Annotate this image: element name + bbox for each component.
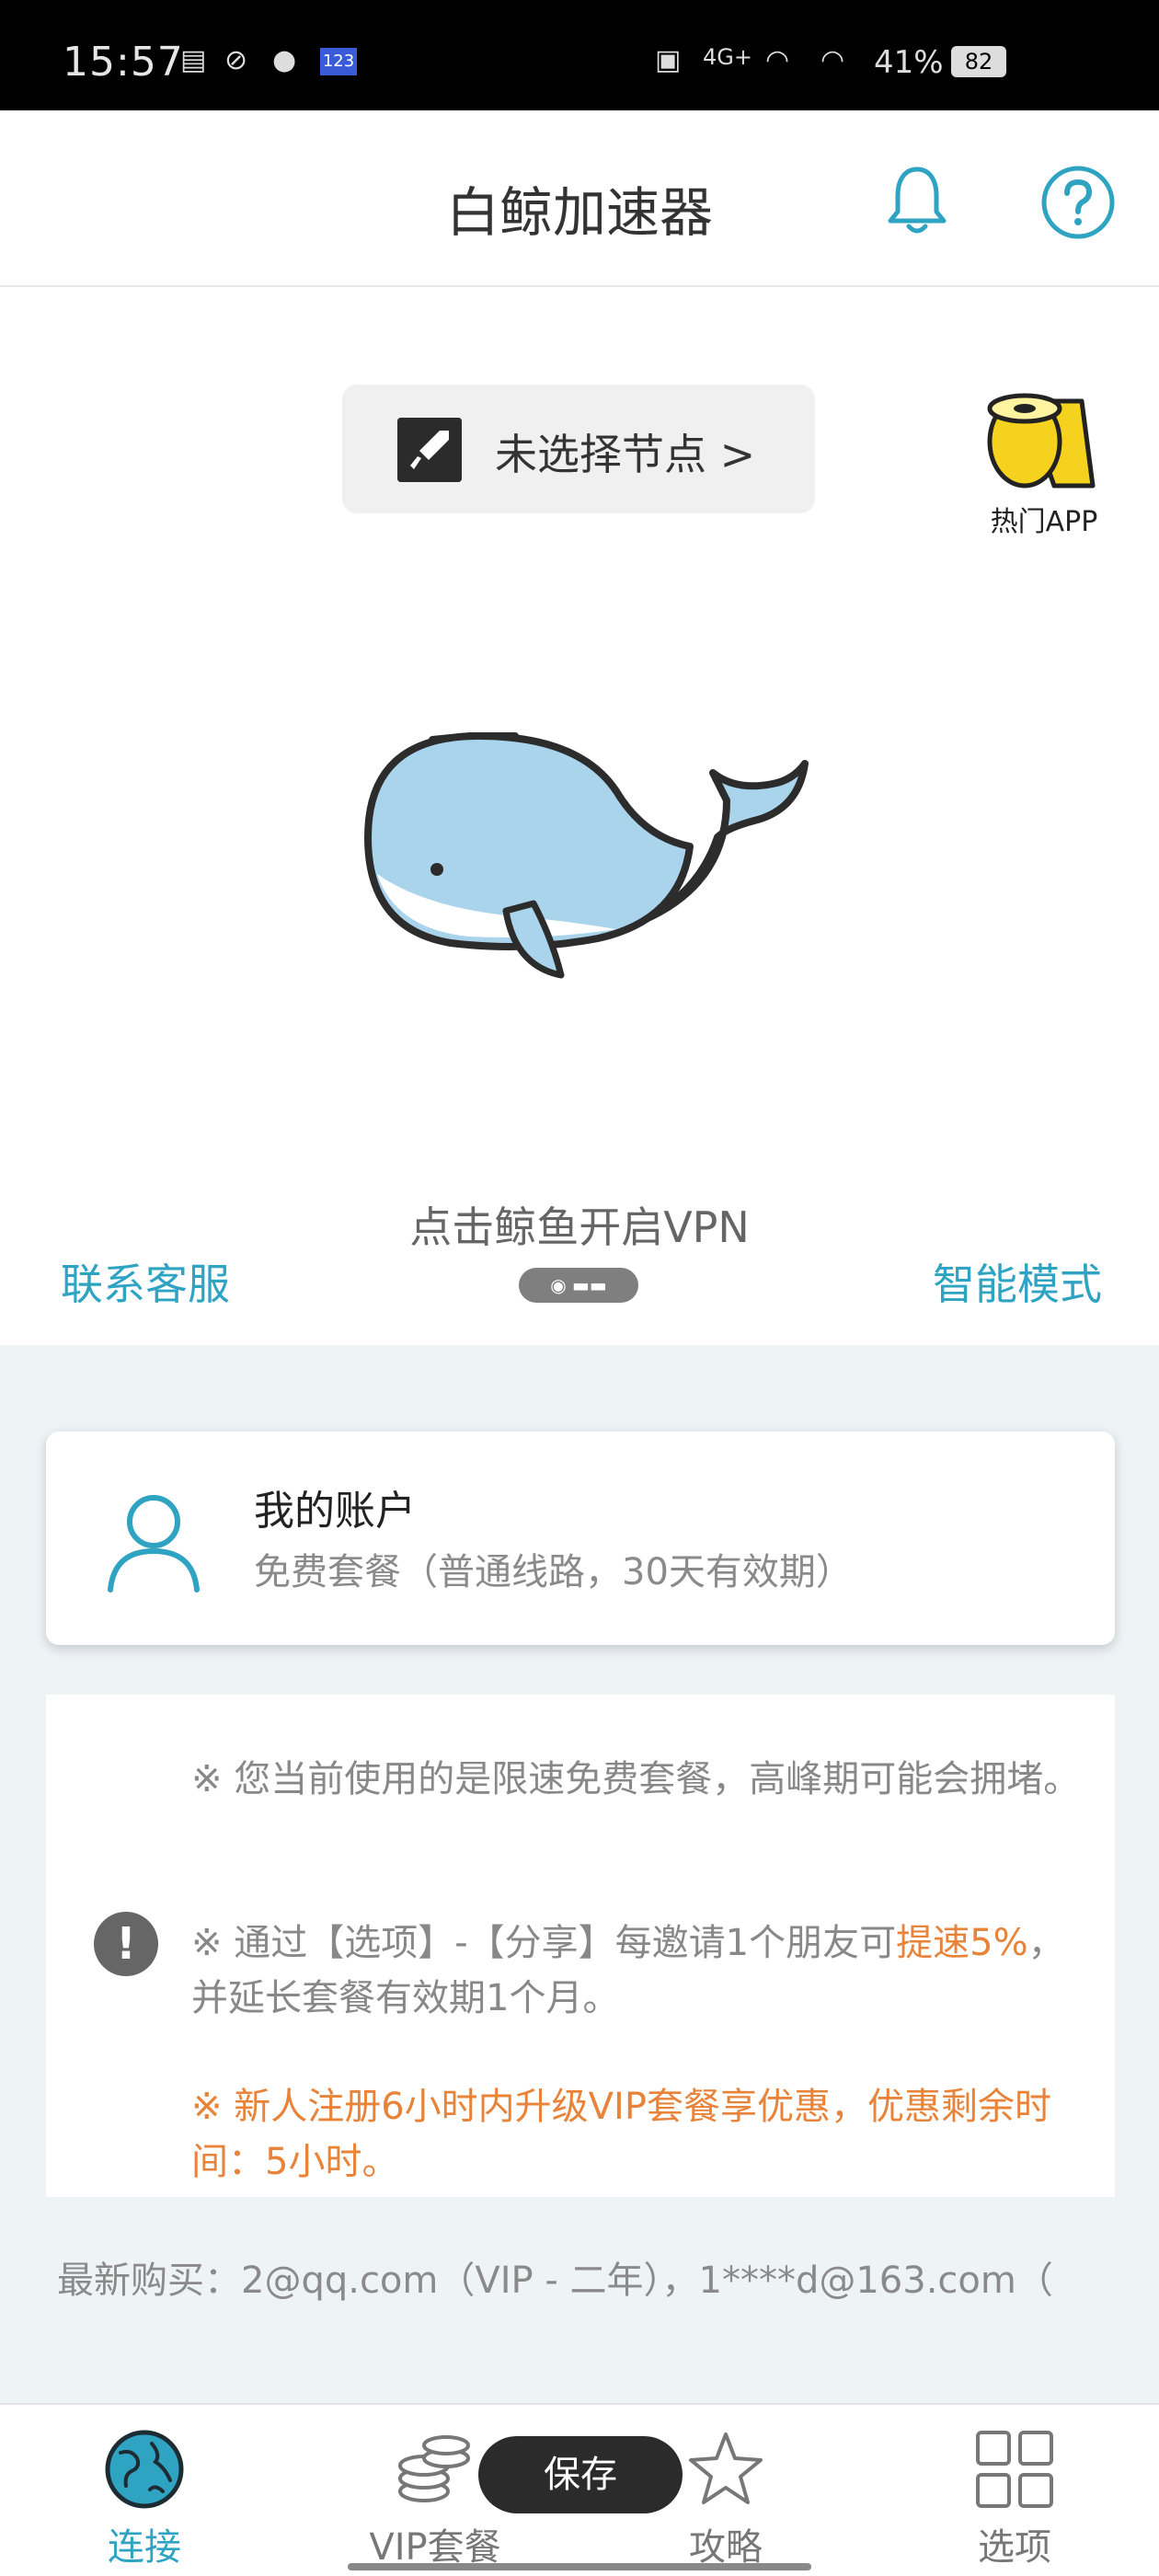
app-title: 白鲸加速器 bbox=[445, 181, 713, 244]
calendar-icon: 123 bbox=[320, 48, 357, 75]
app-icon: ⊘ bbox=[224, 44, 248, 76]
nav-options[interactable]: 选项 bbox=[925, 2405, 1104, 2576]
help-icon[interactable] bbox=[1039, 164, 1117, 241]
notice-speedup-highlight: 提速5% bbox=[896, 1922, 1028, 1964]
nav-options-label: 选项 bbox=[978, 2526, 1051, 2569]
forum-watermark-logo: ◉ ▬▬ bbox=[519, 1268, 638, 1303]
notice-panel: ! ※ 您当前使用的是限速免费套餐，高峰期可能会拥堵。 ※ 通过【选项】-【分享… bbox=[46, 1695, 1115, 2197]
document-icon: ▤ bbox=[180, 44, 207, 76]
wifi-signal-icon: ◠ bbox=[820, 44, 845, 76]
coins-icon bbox=[398, 2435, 470, 2502]
status-bar: 15:57 ▤ ⊘ ● 123 ▣ 4G+ ◠ ◠ 41% 82 bbox=[0, 0, 1159, 110]
whale-connect-button[interactable] bbox=[340, 699, 819, 994]
nav-connect[interactable]: 连接 bbox=[55, 2405, 234, 2576]
account-card[interactable]: 我的账户 免费套餐（普通线路，30天有效期） bbox=[46, 1432, 1115, 1645]
bell-icon[interactable] bbox=[885, 164, 949, 237]
node-selector-label: 未选择节点 > bbox=[495, 430, 756, 479]
home-indicator[interactable] bbox=[348, 2563, 811, 2570]
node-selector-button[interactable]: 未选择节点 > bbox=[342, 385, 815, 513]
grid-icon bbox=[976, 2431, 1053, 2508]
notice-line-3: ※ 新人注册6小时内升级VIP套餐享优惠，优惠剩余时间：5小时。 bbox=[191, 2086, 1051, 2183]
battery-percent: 41% bbox=[874, 44, 944, 81]
notice-line-2-text: ※ 通过【选项】-【分享】每邀请1个朋友可 bbox=[191, 1922, 897, 1964]
account-title: 我的账户 bbox=[254, 1488, 416, 1535]
hot-app-label: 热门APP bbox=[990, 506, 1098, 538]
rocket-icon bbox=[397, 418, 462, 482]
hot-app-button[interactable]: 热门APP bbox=[975, 379, 1113, 538]
notice-line-2: ※ 通过【选项】-【分享】每邀请1个朋友可提速5%，并延长套餐有效期1个月。 bbox=[191, 1915, 1093, 2026]
smart-mode-link[interactable]: 智能模式 bbox=[933, 1251, 1102, 1312]
latest-purchase-ticker: 最新购买：2@qq.com（VIP - 二年），1****d@163.com（ bbox=[57, 2260, 1053, 2302]
globe-icon bbox=[105, 2430, 184, 2509]
notice-line-1: ※ 您当前使用的是限速免费套餐，高峰期可能会拥堵。 bbox=[191, 1758, 1081, 1800]
wifi-icon: ◠ bbox=[765, 44, 790, 76]
star-icon bbox=[689, 2432, 763, 2504]
network-label: 4G+ bbox=[703, 44, 752, 70]
toilet-paper-icon bbox=[987, 393, 1096, 489]
hd-icon: ▣ bbox=[655, 44, 682, 76]
nav-connect-label: 连接 bbox=[108, 2526, 181, 2569]
contact-support-link[interactable]: 联系客服 bbox=[61, 1251, 230, 1312]
vpn-hint-text: 点击鲸鱼开启VPN bbox=[409, 1202, 750, 1252]
status-time: 15:57 bbox=[63, 39, 184, 86]
user-icon bbox=[108, 1495, 200, 1593]
battery-icon: 82 bbox=[951, 46, 1006, 77]
exclamation-icon: ! bbox=[94, 1912, 158, 1976]
account-plan: 免费套餐（普通线路，30天有效期） bbox=[254, 1551, 853, 1593]
app-header: 白鲸加速器 bbox=[0, 110, 1159, 287]
save-toast: 保存 bbox=[478, 2436, 683, 2513]
message-icon: ● bbox=[272, 44, 297, 76]
